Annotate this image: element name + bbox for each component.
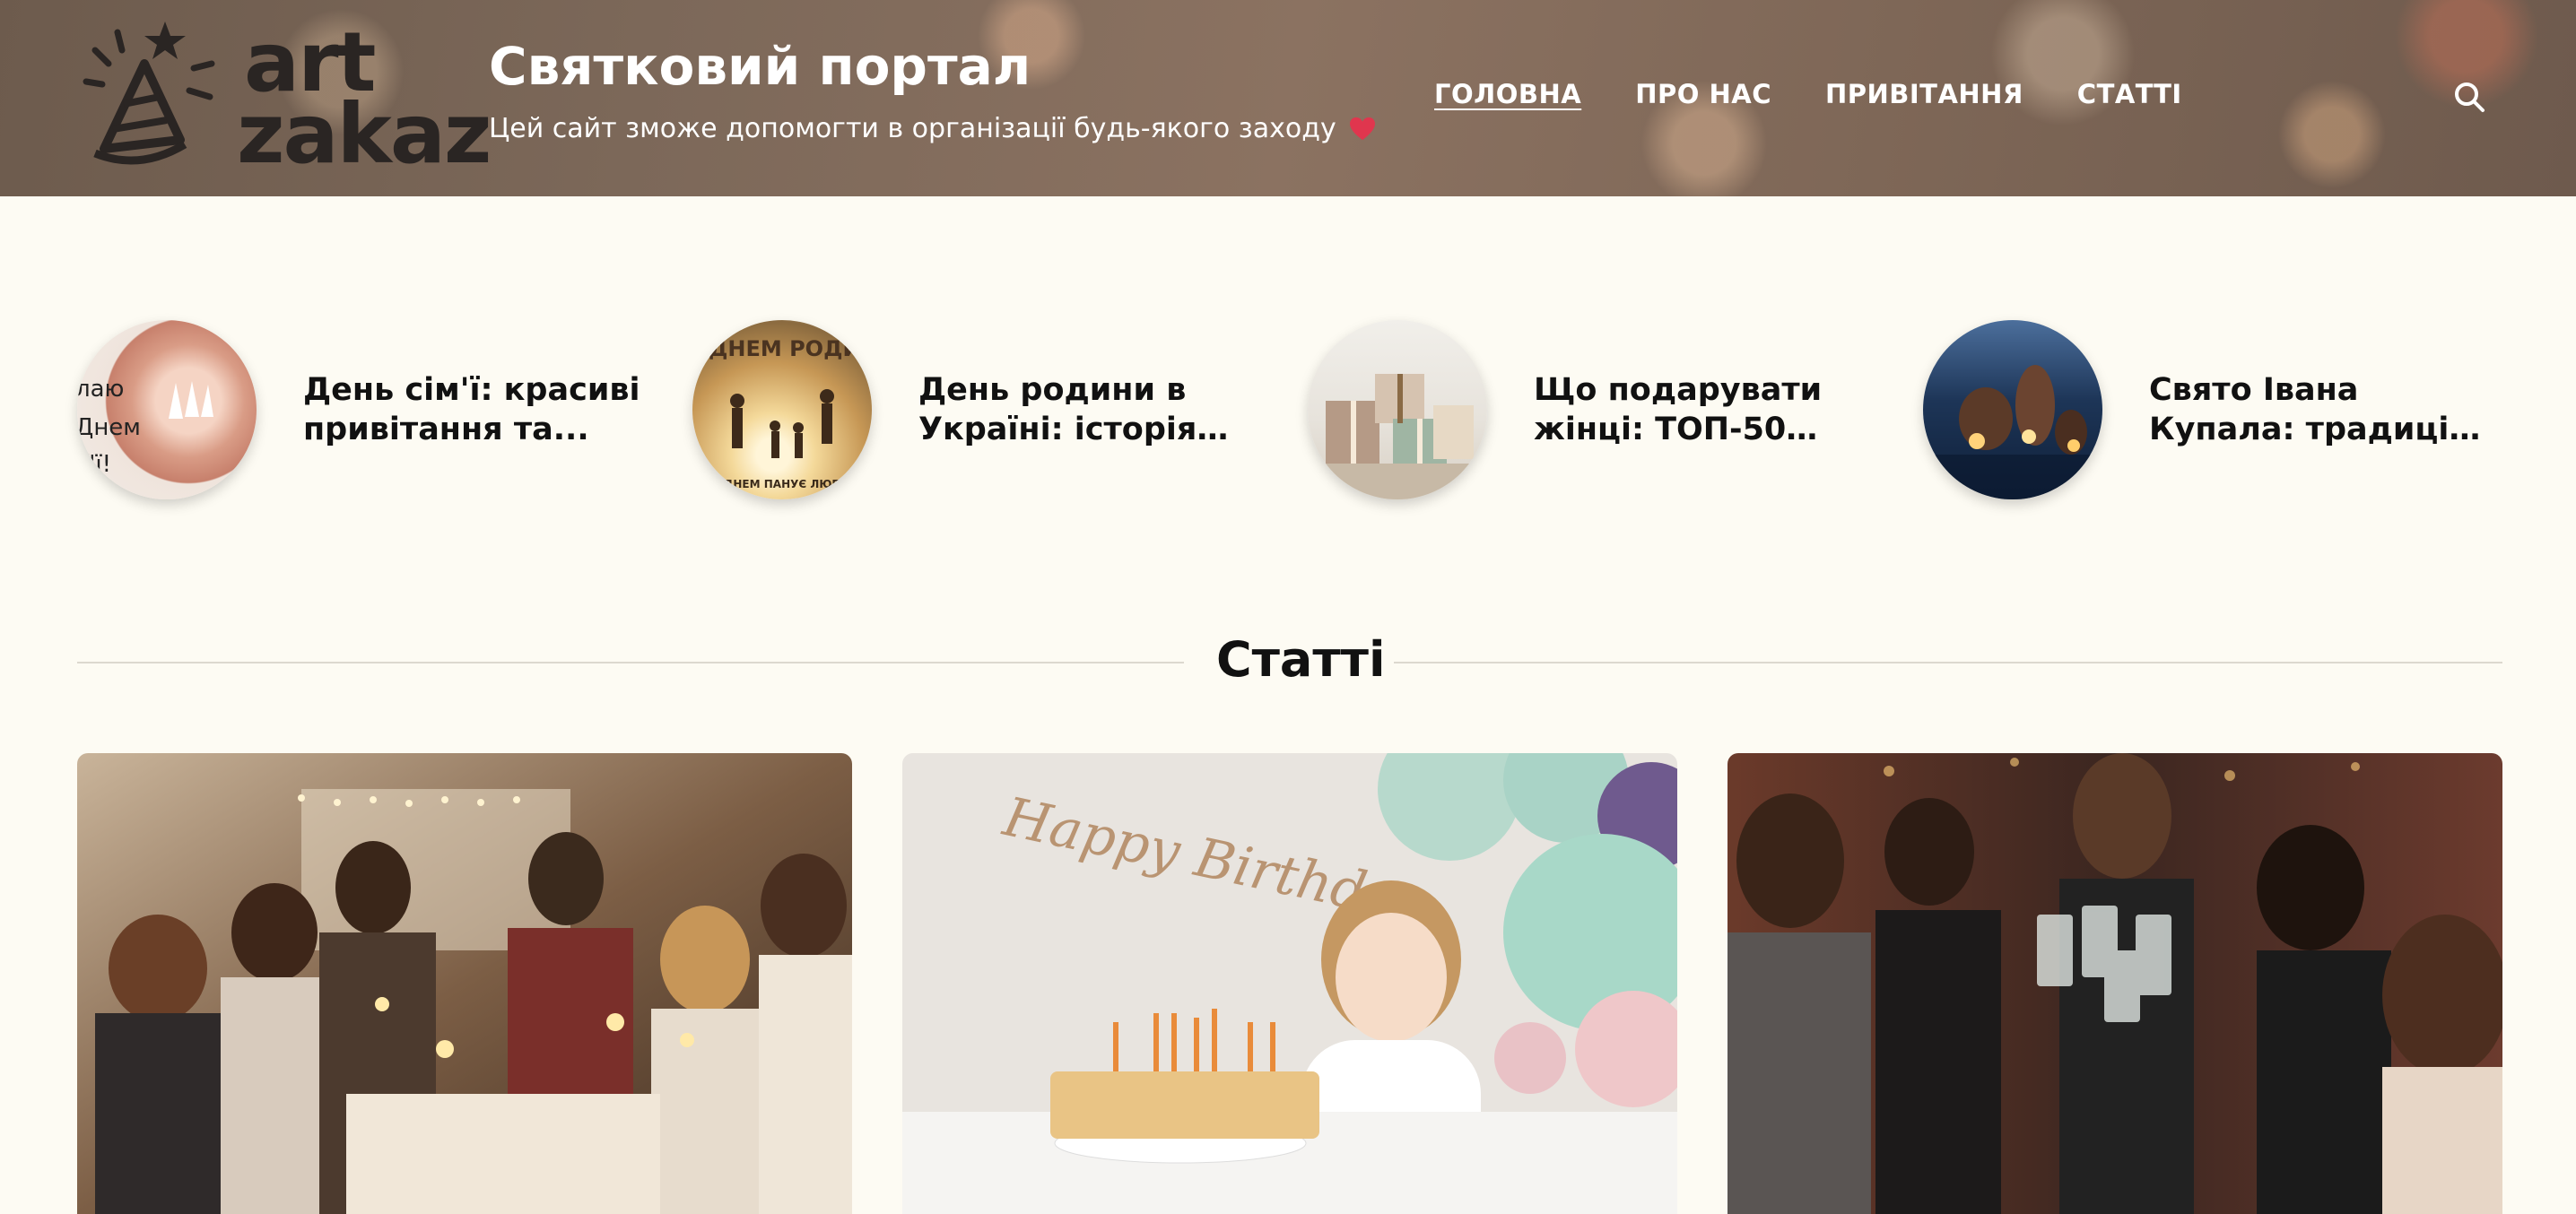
featured-post-title[interactable]: День сім'ї: красиві привітання та... (303, 370, 644, 449)
featured-post-thumbnail[interactable]: ДНЕМ РОДИ З ДНЕМ ПАНУЄ ЛЮБ (692, 320, 872, 499)
thumb-text: лаю (77, 376, 125, 403)
heart-icon (1349, 117, 1375, 140)
gift-boxes-image (1308, 374, 1487, 499)
article-card-image[interactable] (77, 753, 852, 1214)
section-divider-right (1394, 662, 2502, 663)
site-tagline: Цей сайт зможе допомогти в організації б… (489, 113, 1376, 144)
party-hat-icon (83, 22, 215, 165)
featured-post[interactable]: Свято Івана Купала: традиції, обряди та.… (1923, 320, 2497, 499)
friends-toasting-party-photo (1727, 753, 2502, 1214)
search-icon[interactable] (2453, 81, 2485, 113)
featured-post-thumbnail[interactable] (1923, 320, 2102, 499)
featured-post[interactable]: лаю Днем ї'ї! День сім'ї: красиві привіт… (77, 320, 651, 499)
featured-post-thumbnail[interactable] (1308, 320, 1487, 499)
featured-post-title[interactable]: Що подарувати жінці: ТОП-50 ідей н... (1534, 370, 1875, 449)
kupala-night-candles-image (1923, 365, 2102, 499)
site-title[interactable]: Святковий портал (489, 36, 1031, 97)
site-logo[interactable]: art zakaz (77, 14, 492, 176)
family-dinner-sparklers-photo (77, 753, 852, 1214)
nav-item-about[interactable]: ПРО НАС (1635, 79, 1771, 109)
section-divider-left (77, 662, 1184, 663)
section-title: Статті (1216, 631, 1386, 688)
nav-item-home[interactable]: ГОЛОВНА (1434, 79, 1581, 109)
article-card-image[interactable] (1727, 753, 2502, 1214)
main-nav: ГОЛОВНА ПРО НАС ПРИВІТАННЯ СТАТТІ (1434, 79, 2182, 109)
featured-post-thumbnail[interactable]: лаю Днем ї'ї! (77, 320, 257, 499)
featured-posts: лаю Днем ї'ї! День сім'ї: красиві привіт… (77, 320, 2499, 499)
site-header: art zakaz Святковий портал Цей сайт змож… (0, 0, 2576, 196)
article-card-image[interactable]: Happy Birthday (902, 753, 1677, 1214)
thumb-text: ї'ї! (83, 451, 112, 478)
thumb-text: З ДНЕМ ПАНУЄ ЛЮБ (712, 478, 840, 490)
girl-birthday-cake-photo: Happy Birthday (902, 753, 1677, 1214)
featured-post[interactable]: ДНЕМ РОДИ З ДНЕМ ПАНУЄ ЛЮБ День родини в… (692, 320, 1266, 499)
tagline-text: Цей сайт зможе допомогти в організації б… (489, 113, 1336, 144)
featured-post-title[interactable]: Свято Івана Купала: традиції, обряди та.… (2149, 370, 2490, 449)
thumb-text: ДНЕМ РОДИ (709, 336, 861, 361)
nav-item-articles[interactable]: СТАТТІ (2077, 79, 2182, 109)
thumb-text: Днем (77, 414, 141, 441)
featured-post-title[interactable]: День родини в Україні: історія та... (918, 370, 1259, 449)
logo-text-zakaz: zakaz (237, 86, 492, 182)
featured-post[interactable]: Що подарувати жінці: ТОП-50 ідей н... (1308, 320, 1882, 499)
nav-item-greetings[interactable]: ПРИВІТАННЯ (1825, 79, 2023, 109)
